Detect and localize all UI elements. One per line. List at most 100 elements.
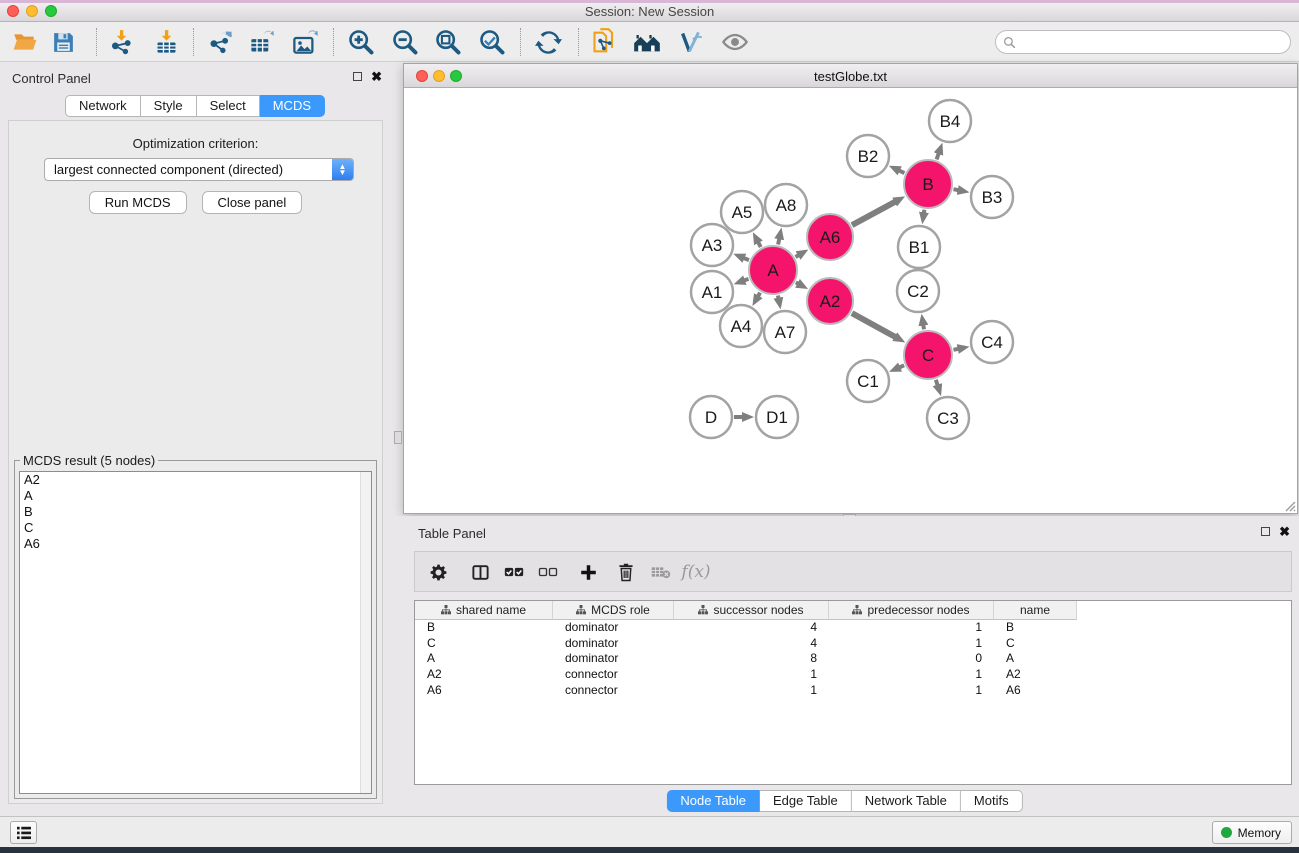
edge-C-C1[interactable] xyxy=(899,365,904,367)
tab-select[interactable]: Select xyxy=(197,95,260,117)
node-A7[interactable]: A7 xyxy=(764,311,806,353)
tab-node-table[interactable]: Node Table xyxy=(666,790,760,812)
edge-C-C2[interactable] xyxy=(923,325,924,330)
node-B2[interactable]: B2 xyxy=(847,135,889,177)
result-item[interactable]: A6 xyxy=(20,536,371,552)
node-A3[interactable]: A3 xyxy=(691,224,733,266)
node-C[interactable]: C xyxy=(904,331,952,379)
show-columns-button[interactable] xyxy=(465,557,495,587)
column-header-name[interactable]: name xyxy=(994,601,1077,620)
memory-button[interactable]: Memory xyxy=(1212,821,1292,844)
edge-A-A2[interactable] xyxy=(796,282,799,283)
node-D[interactable]: D xyxy=(690,396,732,438)
refresh-layout-button[interactable] xyxy=(530,25,566,59)
tab-network-table[interactable]: Network Table xyxy=(852,790,961,812)
tab-style[interactable]: Style xyxy=(141,95,197,117)
node-table[interactable]: shared nameMCDS rolesuccessor nodesprede… xyxy=(414,600,1292,785)
node-D1[interactable]: D1 xyxy=(756,396,798,438)
edge-A-A8[interactable] xyxy=(778,238,779,244)
zoom-fit-button[interactable] xyxy=(430,25,466,59)
close-panel-icon[interactable]: ✖ xyxy=(371,71,382,82)
table-settings-button[interactable] xyxy=(423,557,453,587)
node-A5[interactable]: A5 xyxy=(721,191,763,233)
tab-mcds[interactable]: MCDS xyxy=(260,95,325,117)
divider-grip[interactable] xyxy=(394,431,402,444)
node-B4[interactable]: B4 xyxy=(929,100,971,142)
task-history-button[interactable] xyxy=(10,821,37,844)
node-B3[interactable]: B3 xyxy=(971,176,1013,218)
node-A[interactable]: A xyxy=(749,246,797,294)
close-panel-icon[interactable]: ✖ xyxy=(1279,526,1290,537)
deselect-all-button[interactable] xyxy=(533,557,563,587)
edge-A-A6[interactable] xyxy=(796,255,799,257)
edge-B-B2[interactable] xyxy=(899,170,905,173)
select-all-button[interactable] xyxy=(499,557,529,587)
edge-B-B1[interactable] xyxy=(924,210,925,214)
search-input[interactable] xyxy=(1016,35,1290,49)
save-session-button[interactable] xyxy=(45,25,81,59)
node-A1[interactable]: A1 xyxy=(691,271,733,313)
node-A6[interactable]: A6 xyxy=(807,214,853,260)
table-row[interactable]: A2connector11A2 xyxy=(415,667,1291,683)
edge-C-C4[interactable] xyxy=(953,349,958,350)
zoom-in-button[interactable] xyxy=(343,25,379,59)
node-A8[interactable]: A8 xyxy=(765,184,807,226)
node-A2[interactable]: A2 xyxy=(807,278,853,324)
close-panel-button[interactable]: Close panel xyxy=(202,191,303,214)
float-panel-icon[interactable] xyxy=(1261,527,1270,536)
resize-grip-icon[interactable] xyxy=(1282,498,1296,512)
open-session-button[interactable] xyxy=(7,25,43,59)
import-network-button[interactable] xyxy=(103,25,139,59)
export-table-button[interactable] xyxy=(243,25,279,59)
node-A4[interactable]: A4 xyxy=(720,305,762,347)
edge-A2-C[interactable] xyxy=(852,313,896,337)
search-field[interactable] xyxy=(995,30,1291,54)
optimization-criterion-dropdown[interactable]: largest connected component (directed) ▲… xyxy=(44,158,354,181)
export-image-button[interactable] xyxy=(286,25,322,59)
result-item[interactable]: A xyxy=(20,488,371,504)
new-network-from-selection-button[interactable] xyxy=(587,25,623,59)
node-C4[interactable]: C4 xyxy=(971,321,1013,363)
table-row[interactable]: Cdominator41C xyxy=(415,636,1291,652)
table-row[interactable]: A6connector11A6 xyxy=(415,683,1291,699)
table-row[interactable]: Bdominator41B xyxy=(415,620,1291,636)
tab-network[interactable]: Network xyxy=(65,95,141,117)
result-item[interactable]: A2 xyxy=(20,472,371,488)
column-header-predecessor-nodes[interactable]: predecessor nodes xyxy=(829,601,994,620)
show-hide-details-button[interactable] xyxy=(717,25,753,59)
node-C3[interactable]: C3 xyxy=(927,397,969,439)
node-C2[interactable]: C2 xyxy=(897,270,939,312)
edge-A-A4[interactable] xyxy=(758,293,760,297)
export-network-button[interactable] xyxy=(201,25,237,59)
tab-edge-table[interactable]: Edge Table xyxy=(760,790,852,812)
first-neighbors-button[interactable] xyxy=(629,25,665,59)
table-row[interactable]: Adominator80A xyxy=(415,651,1291,667)
graphics-details-button[interactable] xyxy=(672,25,708,59)
network-graph[interactable]: B4 B2 B B3 A5A8A6 B1 A3 A C2 A1 A2 A4A7 C C4 C1 C3 D D1 xyxy=(404,88,1297,513)
edge-A6-B[interactable] xyxy=(852,202,895,226)
import-table-button[interactable] xyxy=(148,25,184,59)
node-B[interactable]: B xyxy=(904,160,952,208)
column-header-successor-nodes[interactable]: successor nodes xyxy=(674,601,829,620)
result-item[interactable]: B xyxy=(20,504,371,520)
edge-A-A1[interactable] xyxy=(744,279,749,281)
float-panel-icon[interactable] xyxy=(353,72,362,81)
tab-motifs[interactable]: Motifs xyxy=(961,790,1023,812)
node-C1[interactable]: C1 xyxy=(847,360,889,402)
zoom-selected-button[interactable] xyxy=(474,25,510,59)
delete-columns-button[interactable] xyxy=(611,557,641,587)
zoom-out-button[interactable] xyxy=(387,25,423,59)
column-header-MCDS-role[interactable]: MCDS role xyxy=(553,601,674,620)
network-window-titlebar[interactable]: testGlobe.txt xyxy=(404,64,1297,88)
edge-B-B4[interactable] xyxy=(937,153,939,159)
edge-A-A5[interactable] xyxy=(758,242,761,247)
create-column-button[interactable] xyxy=(573,557,603,587)
result-scrollbar[interactable] xyxy=(360,472,371,793)
node-B1[interactable]: B1 xyxy=(898,226,940,268)
edge-A-A7[interactable] xyxy=(778,296,779,299)
edge-C-C3[interactable] xyxy=(936,380,938,386)
run-mcds-button[interactable]: Run MCDS xyxy=(89,191,187,214)
delete-table-button[interactable] xyxy=(646,557,676,587)
network-canvas[interactable]: B4 B2 B B3 A5A8A6 B1 A3 A C2 A1 A2 A4A7 C C4 C1 C3 D D1 xyxy=(404,88,1297,513)
edge-A-A3[interactable] xyxy=(743,258,748,260)
